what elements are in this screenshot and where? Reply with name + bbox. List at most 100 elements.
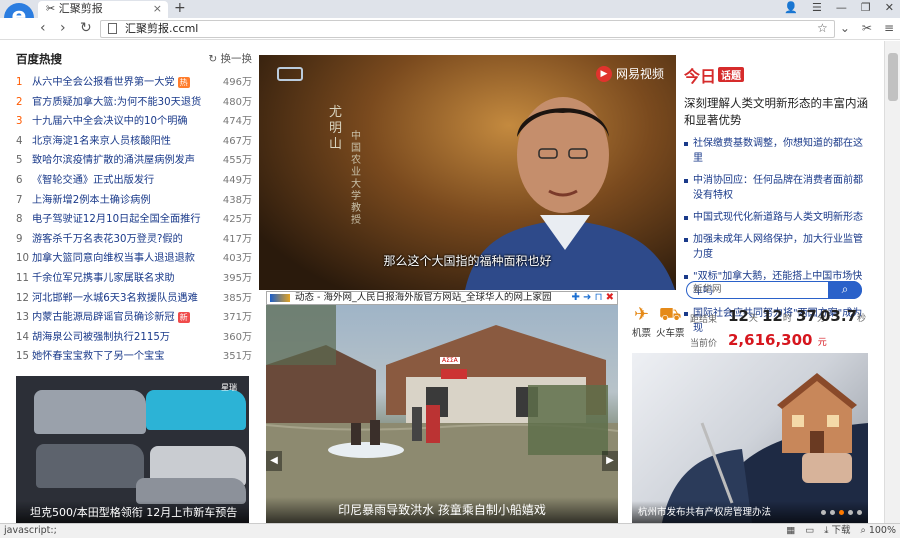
new-tab-button[interactable]: +	[174, 0, 186, 16]
carousel-dot[interactable]	[839, 510, 844, 515]
search-icon[interactable]: ⌕	[828, 281, 862, 299]
next-arrow-icon[interactable]: ▶	[602, 451, 618, 471]
active-tab[interactable]: ✂ 汇聚剪报 ×	[38, 1, 168, 18]
clip-icon[interactable]: ✂	[862, 21, 872, 35]
hot-text[interactable]: 加拿大篮同意向维权当事人退退退款	[32, 253, 195, 264]
carousel-dot[interactable]	[857, 510, 862, 515]
today-list-item[interactable]: 加强未成年人网络保护，加大行业监管力度	[684, 232, 872, 262]
status-text: javascript:;	[4, 525, 57, 536]
hot-count: 360万	[222, 331, 252, 343]
today-list-item[interactable]: 社保缴费基数调整，你想知道的都在这里	[684, 136, 872, 166]
today-list: 社保缴费基数调整，你想知道的都在这里 中消协回应：任何品牌在消费者面前都没有特权中…	[684, 136, 872, 336]
today-list-item[interactable]: 中国式现代化新道路与人类文明新形态	[684, 210, 872, 225]
hot-text[interactable]: 内蒙古能源局辟谣官员确诊新冠	[32, 312, 175, 323]
flood-scene	[266, 305, 618, 523]
zoom-control[interactable]: ⌕ 100%	[860, 524, 896, 538]
close-float-icon[interactable]: ✖	[606, 292, 614, 303]
prev-arrow-icon[interactable]: ◀	[266, 451, 282, 471]
dropdown-icon[interactable]: ⌄	[840, 21, 850, 35]
hot-list-item[interactable]: 1 从六中全会公报看世界第一大党热 496万	[16, 73, 252, 93]
hot-list-item[interactable]: 14 胡海泉公司被强制执行2115万 360万	[16, 328, 252, 348]
hot-count: 395万	[222, 272, 252, 284]
hot-rank: 9	[16, 233, 23, 245]
hot-list-item[interactable]: 3 十九届六中全会决议中的10个明确 474万	[16, 112, 252, 132]
hot-count: 480万	[222, 96, 252, 108]
minimize-float-icon[interactable]: ➜	[583, 292, 591, 303]
flood-photo[interactable]: ΑΣΣΑ ◀ ▶ 印尼暴雨导致洪水 孩童乘自制小船嬉戏	[266, 305, 618, 523]
service-flight[interactable]: ✈ 机票	[632, 304, 652, 340]
hot-text[interactable]: 电子驾驶证12月10日起全国全面推行	[32, 214, 201, 225]
hot-rank: 14	[16, 331, 29, 343]
car-caption[interactable]: 坦克500/本田型格领衔 12月上市新车预告	[16, 501, 249, 523]
back-icon[interactable]: ‹	[40, 20, 46, 36]
carousel-dot[interactable]	[821, 510, 826, 515]
service-train[interactable]: ⛟ 火车票	[656, 305, 685, 340]
video-player[interactable]: ▶ 网易视频 尤 明 山 中国农业大学教授 那么这个大国指的福种面积也好	[259, 55, 676, 290]
scroll-thumb[interactable]	[888, 53, 898, 101]
hot-list-item[interactable]: 8 电子驾驶证12月10日起全国全面推行 425万	[16, 210, 252, 230]
menu-icon[interactable]: ☰	[812, 1, 822, 14]
hot-text[interactable]: 上海新增2例本土确诊病例	[32, 195, 151, 206]
hot-list-item[interactable]: 4 北京海淀1名来京人员核酸阳性 467万	[16, 132, 252, 152]
carousel-dot[interactable]	[830, 510, 835, 515]
hot-list-item[interactable]: 11 千余位军兄携事儿家属联名求助 395万	[16, 269, 252, 289]
hot-text[interactable]: 胡海泉公司被强制执行2115万	[32, 332, 170, 343]
hot-search-panel: 百度热搜 ↻ 换一换 1 从六中全会公报看世界第一大党热 496万 2 官方质疑加拿大篮…	[16, 51, 252, 367]
hot-text[interactable]: 官方质疑加拿大篮:为何不能30天退货	[32, 97, 201, 108]
download-button[interactable]: ⤓ 下载	[824, 524, 850, 538]
car-shape	[36, 444, 144, 488]
vertical-scrollbar[interactable]	[884, 41, 900, 523]
hot-list-item[interactable]: 13 内蒙古能源局辟谣官员确诊新冠新 371万	[16, 308, 252, 328]
window-icon[interactable]: ▭	[805, 524, 814, 538]
hot-text[interactable]: 《智轮交通》正式出版发行	[32, 175, 154, 186]
tab-close-icon[interactable]: ×	[153, 1, 162, 17]
hot-count: 467万	[222, 135, 252, 147]
house-news-image[interactable]: 杭州市发布共有产权房管理办法	[632, 353, 868, 523]
pin-icon[interactable]: ⊓	[595, 292, 603, 303]
car-promo-image[interactable]: 星瑞 坦克500/本田型格领衔 12月上市新车预告	[16, 376, 249, 523]
user-icon[interactable]: 👤	[784, 1, 798, 14]
hot-text[interactable]: 北京海淀1名来京人员核酸阳性	[32, 136, 171, 147]
url-input[interactable]: 汇聚剪报.ccml	[100, 20, 835, 38]
tab-title: 汇聚剪报	[58, 2, 103, 15]
floating-title-bar[interactable]: 动态 - 海外网_人民日报海外版官方网站_全球华人的网上家园 ✚ ➜ ⊓ ✖	[266, 291, 618, 305]
hot-count: 351万	[222, 351, 252, 363]
reload-icon[interactable]: ↻	[80, 20, 92, 36]
hot-text[interactable]: 千余位军兄携事儿家属联名求助	[32, 273, 175, 284]
today-logo[interactable]: 今日 话题	[684, 63, 872, 87]
hot-list-item[interactable]: 10 加拿大篮同意向维权当事人退退退款 403万	[16, 249, 252, 269]
refresh-button[interactable]: ↻ 换一换	[208, 51, 252, 66]
hot-text[interactable]: 致哈尔滨疫情扩散的涌洪屋病例发声	[32, 155, 195, 166]
hot-list-item[interactable]: 7 上海新增2例本土确诊病例 438万	[16, 191, 252, 211]
forward-icon[interactable]: ›	[60, 20, 66, 36]
hot-list-item[interactable]: 2 官方质疑加拿大篮:为何不能30天退货 480万	[16, 93, 252, 113]
service-flight-label: 机票	[632, 328, 652, 339]
hot-text[interactable]: 游客杀千万名表花30万登灵?假的	[32, 234, 183, 245]
hot-title: 百度热搜	[16, 52, 62, 66]
today-headline[interactable]: 深刻理解人类文明新形态的丰富内涵和显著优势	[684, 95, 872, 129]
today-list-item[interactable]: 中消协回应：任何品牌在消费者面前都没有特权	[684, 173, 872, 203]
hot-list-item[interactable]: 5 致哈尔滨疫情扩散的涌洪屋病例发声 455万	[16, 151, 252, 171]
hot-list-item[interactable]: 6 《智轮交通》正式出版发行 449万	[16, 171, 252, 191]
star-icon[interactable]: ☆	[817, 21, 828, 35]
hot-list-item[interactable]: 15 她怀春宝宝救下了另一个宝宝 351万	[16, 347, 252, 367]
news-search-input[interactable]: 新华网 ⌕	[686, 281, 862, 299]
add-icon[interactable]: ✚	[571, 292, 579, 303]
hot-list-item[interactable]: 9 游客杀千万名表花30万登灵?假的 417万	[16, 230, 252, 250]
hot-list: 1 从六中全会公报看世界第一大党热 496万 2 官方质疑加拿大篮:为何不能30天退货 4…	[16, 73, 252, 367]
carousel-dot[interactable]	[848, 510, 853, 515]
minimize-icon[interactable]: —	[836, 1, 847, 14]
hot-text[interactable]: 十九届六中全会决议中的10个明确	[32, 116, 188, 127]
hot-list-item[interactable]: 12 河北邯郸一水城6天3名救援队员遇难 385万	[16, 289, 252, 309]
restore-icon[interactable]: ❐	[861, 1, 871, 14]
grid-icon[interactable]: ▦	[786, 524, 795, 538]
plane-icon: ✈	[633, 304, 650, 325]
hot-text[interactable]: 从六中全会公报看世界第一大党	[32, 77, 175, 88]
flood-caption[interactable]: 印尼暴雨导致洪水 孩童乘自制小船嬉戏	[266, 497, 618, 523]
more-menu-icon[interactable]: ≡	[884, 21, 894, 35]
hot-text[interactable]: 她怀春宝宝救下了另一个宝宝	[32, 351, 164, 362]
hot-text[interactable]: 河北邯郸一水城6天3名救援队员遇难	[32, 293, 198, 304]
close-window-icon[interactable]: ✕	[885, 1, 894, 14]
floating-news-box[interactable]: 动态 - 海外网_人民日报海外版官方网站_全球华人的网上家园 ✚ ➜ ⊓ ✖ Α…	[266, 291, 618, 523]
countdown-label: 距结束	[690, 315, 718, 325]
